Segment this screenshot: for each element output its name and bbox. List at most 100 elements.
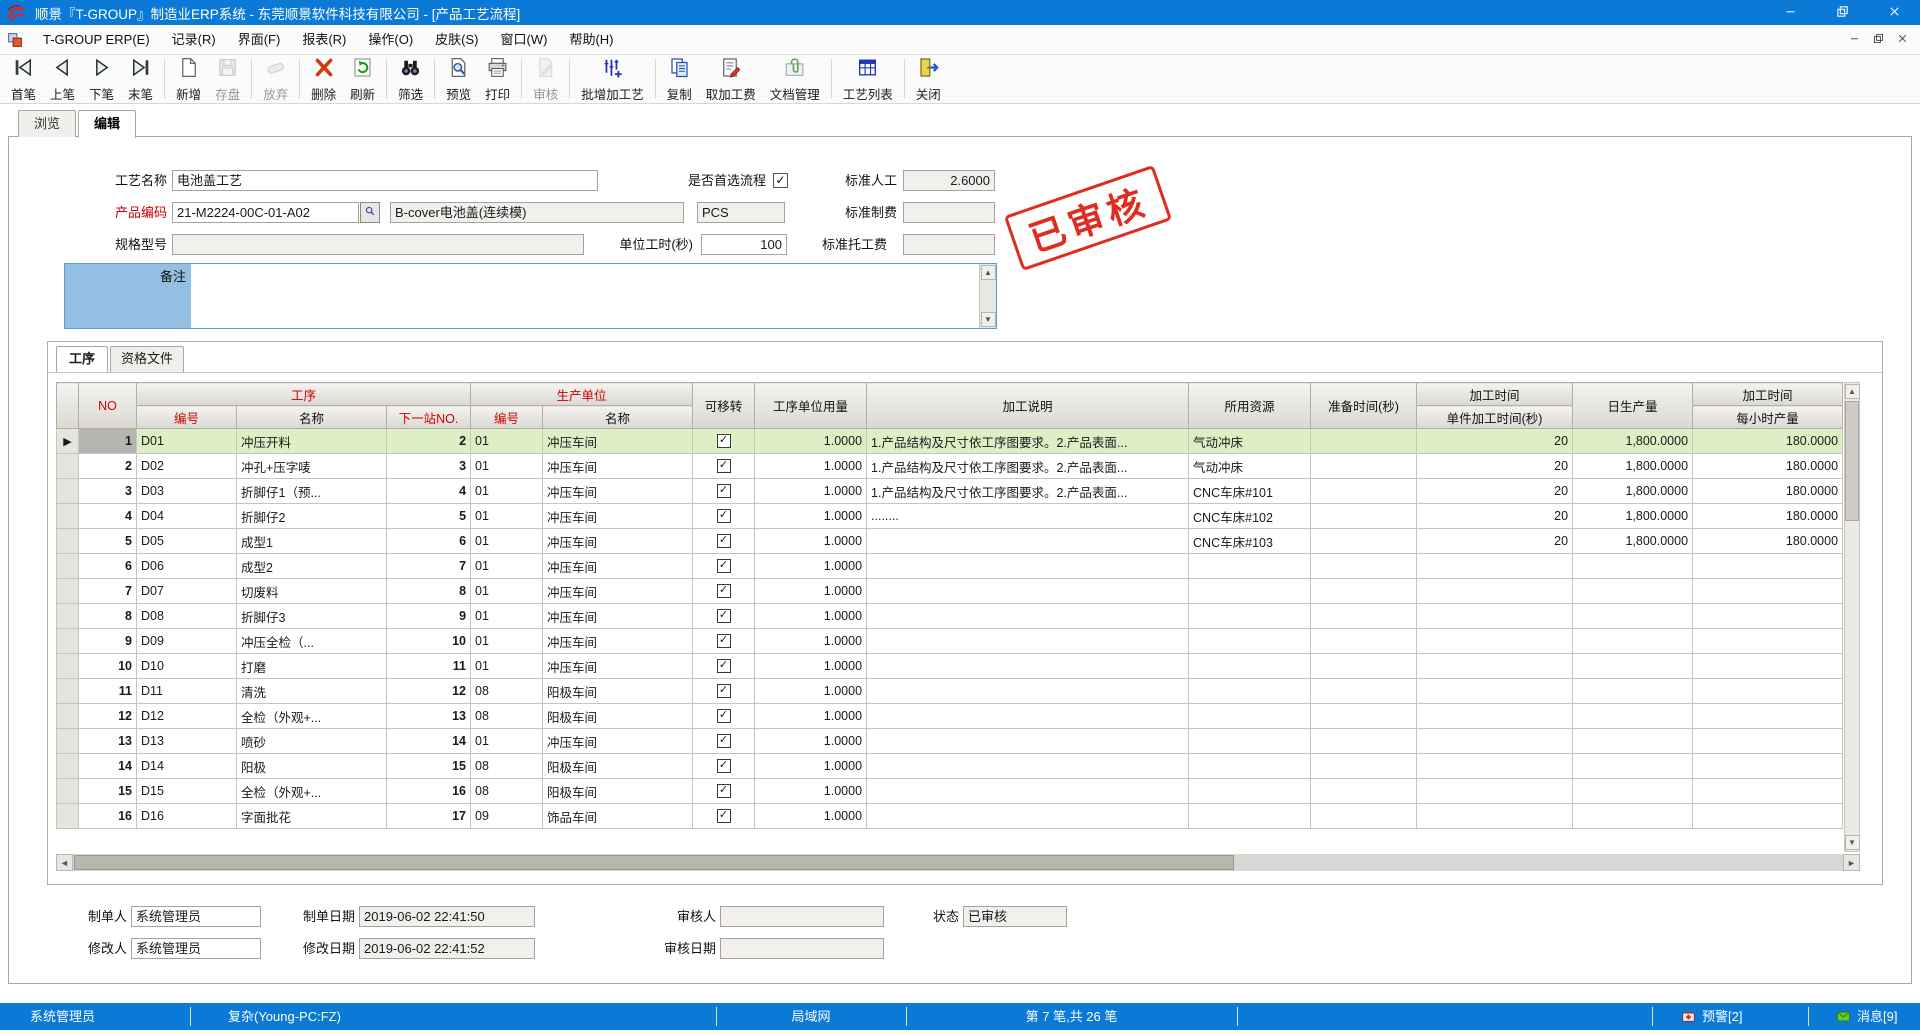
row-selector[interactable] [57, 779, 79, 804]
cell-name[interactable]: 成型1 [237, 529, 387, 554]
minimize-button[interactable] [1764, 0, 1816, 25]
cell-usage[interactable]: 1.0000 [755, 604, 867, 629]
checked-checkbox-icon[interactable]: ✓ [717, 759, 731, 773]
checked-checkbox-icon[interactable]: ✓ [717, 684, 731, 698]
toolbar-button-fee[interactable]: 取加工费 [699, 56, 763, 102]
cell-usage[interactable]: 1.0000 [755, 729, 867, 754]
cell-name[interactable]: 冲孔+压字唛 [237, 454, 387, 479]
process-name-input[interactable]: 电池盖工艺 [172, 170, 598, 191]
cell-code[interactable]: D11 [137, 679, 237, 704]
cell-no[interactable]: 4 [79, 504, 137, 529]
cell-desc[interactable] [867, 629, 1189, 654]
cell-code[interactable]: D09 [137, 629, 237, 654]
cell-usage[interactable]: 1.0000 [755, 454, 867, 479]
cell-movable-checkbox[interactable]: ✓ [693, 804, 755, 829]
row-selector[interactable] [57, 679, 79, 704]
row-selector[interactable] [57, 729, 79, 754]
cell-no[interactable]: 11 [79, 679, 137, 704]
cell-unit_code[interactable]: 01 [471, 629, 543, 654]
cell-daily[interactable]: 1,800.0000 [1573, 504, 1693, 529]
menu-item-5[interactable]: 皮肤(S) [424, 25, 489, 54]
cell-daily[interactable]: 1,800.0000 [1573, 479, 1693, 504]
toolbar-button-refresh[interactable]: 刷新 [343, 56, 382, 102]
cell-unit_code[interactable]: 01 [471, 504, 543, 529]
cell-usage[interactable]: 1.0000 [755, 529, 867, 554]
menu-item-3[interactable]: 报表(R) [291, 25, 357, 54]
cell-resource[interactable] [1189, 579, 1311, 604]
cell-resource[interactable] [1189, 804, 1311, 829]
cell-next[interactable]: 9 [387, 604, 471, 629]
cell-code[interactable]: D03 [137, 479, 237, 504]
cell-next[interactable]: 8 [387, 579, 471, 604]
cell-unit_time[interactable] [1417, 704, 1573, 729]
cell-code[interactable]: D13 [137, 729, 237, 754]
cell-hourly[interactable] [1693, 579, 1843, 604]
row-selector[interactable] [57, 554, 79, 579]
cell-next[interactable]: 10 [387, 629, 471, 654]
cell-unit_time[interactable]: 20 [1417, 504, 1573, 529]
row-selector[interactable]: ▶ [57, 429, 79, 454]
cell-no[interactable]: 7 [79, 579, 137, 604]
cell-desc[interactable]: 1.产品结构及尺寸依工序图要求。2.产品表面... [867, 429, 1189, 454]
view-tab-browse[interactable]: 浏览 [18, 110, 76, 137]
cell-movable-checkbox[interactable]: ✓ [693, 654, 755, 679]
cell-unit_code[interactable]: 08 [471, 679, 543, 704]
cell-name[interactable]: 折脚仔1（预... [237, 479, 387, 504]
cell-code[interactable]: D12 [137, 704, 237, 729]
cell-code[interactable]: D16 [137, 804, 237, 829]
remark-scrollbar[interactable]: ▲ ▼ [979, 264, 996, 328]
cell-daily[interactable]: 1,800.0000 [1573, 454, 1693, 479]
cell-unit_code[interactable]: 01 [471, 554, 543, 579]
cell-code[interactable]: D14 [137, 754, 237, 779]
toolbar-button-nav-next[interactable]: 下笔 [82, 56, 121, 102]
cell-no[interactable]: 16 [79, 804, 137, 829]
cell-prep[interactable] [1311, 779, 1417, 804]
cell-prep[interactable] [1311, 804, 1417, 829]
cell-prep[interactable] [1311, 704, 1417, 729]
cell-usage[interactable]: 1.0000 [755, 654, 867, 679]
cell-usage[interactable]: 1.0000 [755, 804, 867, 829]
cell-no[interactable]: 10 [79, 654, 137, 679]
cell-resource[interactable] [1189, 704, 1311, 729]
cell-desc[interactable]: 1.产品结构及尺寸依工序图要求。2.产品表面... [867, 454, 1189, 479]
grid-vscroll-thumb[interactable] [1845, 401, 1859, 521]
cell-name[interactable]: 折脚仔3 [237, 604, 387, 629]
cell-prep[interactable] [1311, 754, 1417, 779]
cell-desc[interactable] [867, 729, 1189, 754]
cell-hourly[interactable] [1693, 704, 1843, 729]
grid-horizontal-scrollbar[interactable]: ◄ ► [56, 854, 1860, 871]
cell-unit_time[interactable]: 20 [1417, 454, 1573, 479]
cell-hourly[interactable]: 180.0000 [1693, 504, 1843, 529]
row-selector[interactable] [57, 604, 79, 629]
cell-desc[interactable] [867, 704, 1189, 729]
checked-checkbox-icon[interactable]: ✓ [717, 809, 731, 823]
preferred-flow-checkbox[interactable]: ✓ [773, 173, 788, 188]
cell-daily[interactable]: 1,800.0000 [1573, 529, 1693, 554]
cell-unit_code[interactable]: 01 [471, 529, 543, 554]
checked-checkbox-icon[interactable]: ✓ [717, 509, 731, 523]
cell-hourly[interactable] [1693, 729, 1843, 754]
cell-unit_name[interactable]: 饰品车间 [543, 804, 693, 829]
cell-unit_time[interactable]: 20 [1417, 479, 1573, 504]
cell-unit_time[interactable] [1417, 629, 1573, 654]
cell-resource[interactable]: CNC车床#103 [1189, 529, 1311, 554]
toolbar-button-close-door[interactable]: 关闭 [909, 56, 948, 102]
cell-prep[interactable] [1311, 554, 1417, 579]
cell-resource[interactable]: 气动冲床 [1189, 429, 1311, 454]
cell-desc[interactable] [867, 679, 1189, 704]
unit-seconds-input[interactable]: 100 [701, 234, 787, 255]
statusbar-alerts[interactable]: 预警[2] [1680, 1003, 1742, 1030]
cell-movable-checkbox[interactable]: ✓ [693, 554, 755, 579]
cell-desc[interactable] [867, 779, 1189, 804]
scroll-up-icon[interactable]: ▲ [981, 265, 996, 280]
cell-unit_code[interactable]: 08 [471, 779, 543, 804]
cell-code[interactable]: D05 [137, 529, 237, 554]
checked-checkbox-icon[interactable]: ✓ [717, 734, 731, 748]
cell-usage[interactable]: 1.0000 [755, 554, 867, 579]
cell-unit_name[interactable]: 阳极车间 [543, 679, 693, 704]
cell-no[interactable]: 3 [79, 479, 137, 504]
checked-checkbox-icon[interactable]: ✓ [717, 534, 731, 548]
checked-checkbox-icon[interactable]: ✓ [717, 559, 731, 573]
cell-unit_name[interactable]: 冲压车间 [543, 454, 693, 479]
cell-hourly[interactable]: 180.0000 [1693, 529, 1843, 554]
